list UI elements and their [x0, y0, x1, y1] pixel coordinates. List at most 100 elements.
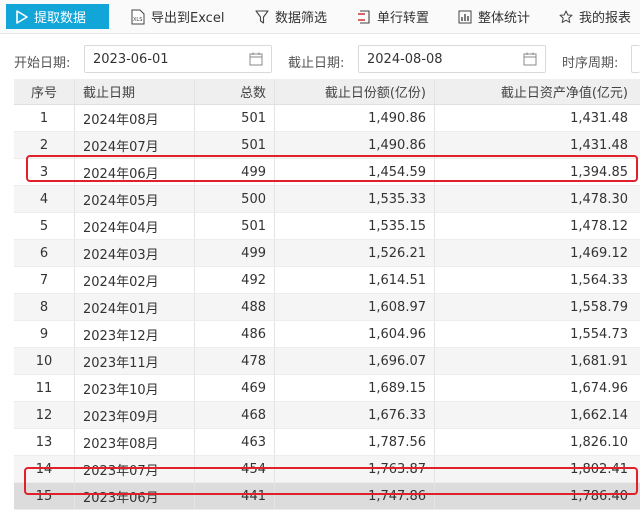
cell-total: 441 [194, 483, 274, 509]
cell-share: 1,787.56 [274, 429, 434, 455]
cell-index: 9 [39, 326, 49, 342]
cell-index: 5 [39, 218, 49, 234]
col-header-total[interactable]: 总数 [194, 79, 274, 104]
period-label: 时序周期: [562, 56, 619, 71]
table-row[interactable]: 7 2024年02月 492 1,614.51 1,564.33 [14, 267, 640, 294]
star-icon [559, 10, 573, 24]
cell-share: 1,604.96 [274, 321, 434, 347]
table-row[interactable]: 4 2024年05月 500 1,535.33 1,478.30 [14, 186, 640, 213]
svg-text:XLS: XLS [133, 17, 142, 23]
table-row[interactable]: 13 2023年08月 463 1,787.56 1,826.10 [14, 429, 640, 456]
data-table: 序号 截止日期 总数 截止日份额(亿份) 截止日资产净值(亿元) 1 2024年0… [14, 79, 640, 510]
cell-date: 2023年12月 [74, 321, 194, 347]
table-row[interactable]: 1 2024年08月 501 1,490.86 1,431.48 [14, 105, 640, 132]
calendar-icon[interactable] [249, 52, 263, 70]
col-header-index[interactable]: 序号 [14, 79, 74, 104]
filter-row: 开始日期: 2023-06-01 截止日期: 2024-08-08 时序周期: [0, 45, 640, 75]
cell-date: 2024年02月 [74, 267, 194, 293]
start-date-value: 2023-06-01 [93, 51, 169, 67]
cell-date: 2023年10月 [74, 375, 194, 401]
cell-nav: 1,564.33 [434, 267, 640, 293]
cell-total: 478 [194, 348, 274, 374]
cell-date: 2023年08月 [74, 429, 194, 455]
table-row[interactable]: 11 2023年10月 469 1,689.15 1,674.96 [14, 375, 640, 402]
my-reports-button[interactable]: 我的报表 [559, 0, 631, 33]
table-row[interactable]: 5 2024年04月 501 1,535.15 1,478.12 [14, 213, 640, 240]
table-row[interactable]: 6 2024年03月 499 1,526.21 1,469.12 [14, 240, 640, 267]
cell-nav: 1,662.14 [434, 402, 640, 428]
cell-nav: 1,786.40 [434, 483, 640, 509]
cell-total: 501 [194, 132, 274, 158]
cell-nav: 1,674.96 [434, 375, 640, 401]
cell-total: 463 [194, 429, 274, 455]
cell-total: 488 [194, 294, 274, 320]
extract-data-button[interactable]: 提取数据 [6, 4, 109, 29]
cell-index: 13 [35, 434, 53, 450]
cell-nav: 1,826.10 [434, 429, 640, 455]
bar-chart-icon [458, 10, 472, 24]
cell-date: 2024年06月 [74, 159, 194, 185]
table-row[interactable]: 15 2023年06月 441 1,747.86 1,786.40 [14, 483, 640, 510]
cell-share: 1,747.86 [274, 483, 434, 509]
cell-share: 1,526.21 [274, 240, 434, 266]
cell-index: 12 [35, 407, 53, 423]
cell-nav: 1,554.73 [434, 321, 640, 347]
cell-index: 8 [39, 299, 49, 315]
cell-date: 2024年04月 [74, 213, 194, 239]
data-filter-label: 数据筛选 [275, 11, 328, 26]
cell-total: 499 [194, 240, 274, 266]
period-select[interactable] [631, 45, 640, 73]
cell-share: 1,535.33 [274, 186, 434, 212]
transpose-button[interactable]: 单行转置 [357, 0, 429, 33]
cell-date: 2023年06月 [74, 483, 194, 509]
cell-date: 2024年08月 [74, 105, 194, 131]
cell-nav: 1,431.48 [434, 105, 640, 131]
table-row[interactable]: 2 2024年07月 501 1,490.86 1,431.48 [14, 132, 640, 159]
cell-date: 2024年05月 [74, 186, 194, 212]
col-header-date[interactable]: 截止日期 [74, 79, 194, 104]
extract-data-label: 提取数据 [34, 11, 87, 26]
cell-index: 6 [39, 245, 49, 261]
cell-index: 10 [35, 353, 53, 369]
cell-share: 1,689.15 [274, 375, 434, 401]
cell-share: 1,763.87 [274, 456, 434, 482]
cell-index: 7 [39, 272, 49, 288]
table-row[interactable]: 3 2024年06月 499 1,454.59 1,394.85 [14, 159, 640, 186]
table-row[interactable]: 8 2024年01月 488 1,608.97 1,558.79 [14, 294, 640, 321]
cell-total: 501 [194, 105, 274, 131]
data-filter-button[interactable]: 数据筛选 [255, 0, 327, 33]
cell-index: 11 [35, 380, 53, 396]
col-header-nav[interactable]: 截止日资产净值(亿元) [434, 79, 640, 104]
cell-share: 1,608.97 [274, 294, 434, 320]
transpose-icon [357, 9, 371, 24]
table-row[interactable]: 9 2023年12月 486 1,604.96 1,554.73 [14, 321, 640, 348]
calendar-icon[interactable] [523, 52, 537, 70]
table-row[interactable]: 10 2023年11月 478 1,696.07 1,681.91 [14, 348, 640, 375]
overall-stats-button[interactable]: 整体统计 [458, 0, 530, 33]
cell-nav: 1,394.85 [434, 159, 640, 185]
export-excel-button[interactable]: XLS 导出到Excel [131, 0, 224, 33]
cell-index: 14 [35, 461, 53, 477]
start-date-input[interactable]: 2023-06-01 [84, 45, 272, 73]
cell-index: 3 [39, 164, 49, 180]
cell-total: 500 [194, 186, 274, 212]
cell-nav: 1,802.41 [434, 456, 640, 482]
cell-share: 1,614.51 [274, 267, 434, 293]
col-header-share[interactable]: 截止日份额(亿份) [274, 79, 434, 104]
cell-share: 1,490.86 [274, 132, 434, 158]
table-body: 1 2024年08月 501 1,490.86 1,431.48 2 2024年07月 501… [14, 105, 640, 510]
cell-total: 492 [194, 267, 274, 293]
cell-share: 1,490.86 [274, 105, 434, 131]
cell-total: 454 [194, 456, 274, 482]
cell-share: 1,676.33 [274, 402, 434, 428]
end-date-input[interactable]: 2024-08-08 [358, 45, 546, 73]
cell-nav: 1,478.30 [434, 186, 640, 212]
cell-index: 15 [35, 488, 53, 504]
table-row[interactable]: 12 2023年09月 468 1,676.33 1,662.14 [14, 402, 640, 429]
cell-nav: 1,478.12 [434, 213, 640, 239]
cell-nav: 1,558.79 [434, 294, 640, 320]
cell-index: 2 [39, 137, 49, 153]
cell-date: 2023年07月 [74, 456, 194, 482]
cell-total: 468 [194, 402, 274, 428]
table-row[interactable]: 14 2023年07月 454 1,763.87 1,802.41 [14, 456, 640, 483]
